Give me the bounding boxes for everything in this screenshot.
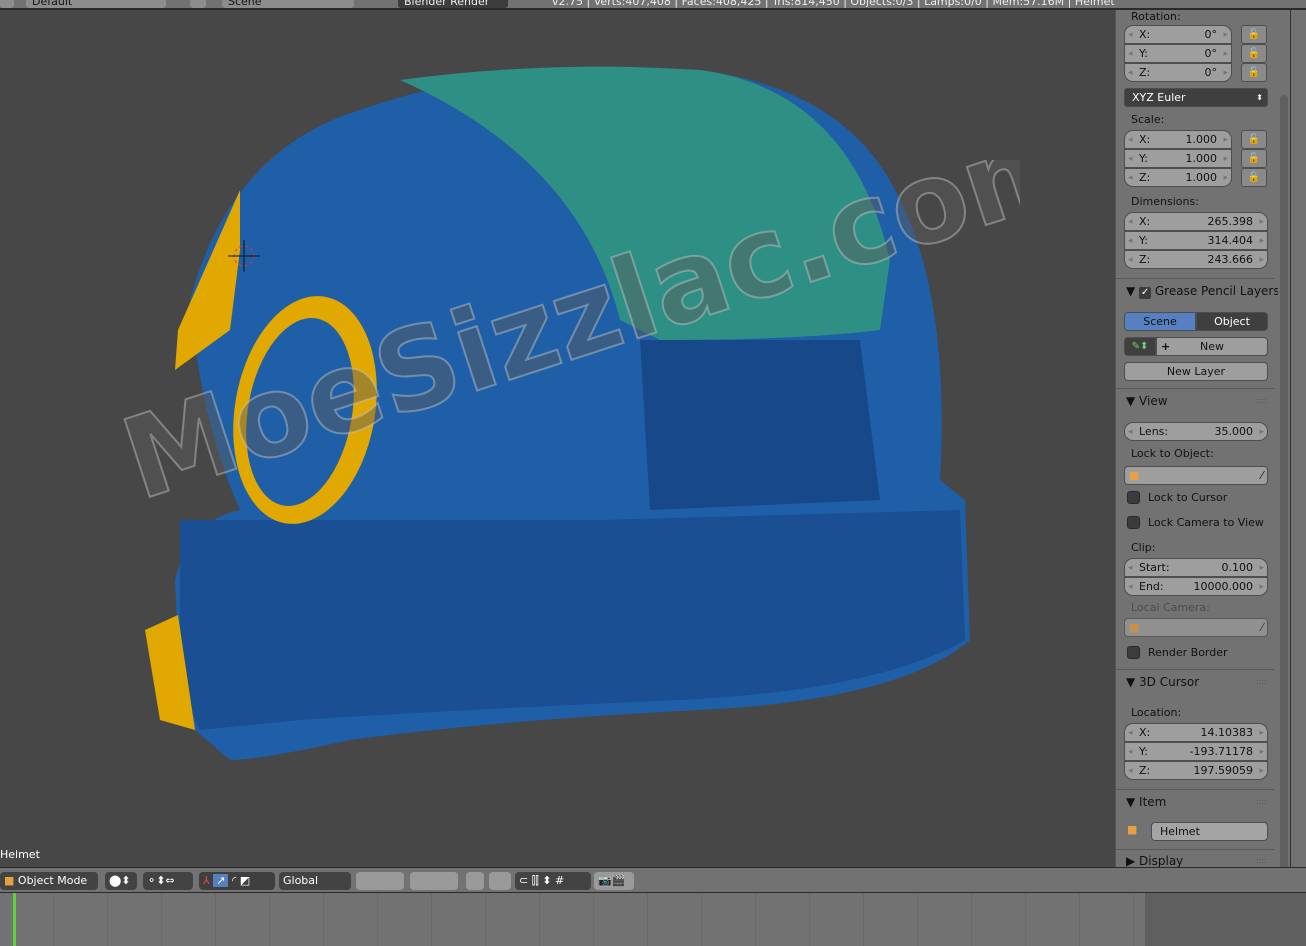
lock-icon[interactable]: 🔓 xyxy=(1241,168,1267,187)
properties-editor-edge xyxy=(1290,10,1306,867)
timeline-out-of-range xyxy=(1145,893,1306,946)
scene-stats: v2.75 | Verts:407,408 | Faces:408,425 | … xyxy=(552,0,1115,8)
scale-label: Scale: xyxy=(1131,113,1165,126)
grease-pencil-panel-header[interactable]: ▼ ✓ Grease Pencil Layers xyxy=(1126,284,1280,299)
rotation-y-field[interactable]: Y:0° xyxy=(1124,44,1232,63)
editor-type-button[interactable] xyxy=(0,0,14,8)
object-cube-icon: ■ xyxy=(1129,469,1140,482)
rotation-x-field[interactable]: X:0° xyxy=(1124,25,1232,44)
object-cube-icon: ■ xyxy=(1127,823,1138,836)
render-border-label: Render Border xyxy=(1148,646,1228,659)
render-buttons[interactable]: 📷🎬 xyxy=(594,872,634,890)
sidebar-scrollbar[interactable] xyxy=(1278,10,1290,875)
lens-field[interactable]: Lens:35.000 xyxy=(1124,422,1268,441)
3d-view-header: ■ Object Mode ⬤⬍ ⚬⬍⇔ ⅄ ↗ ◜ ◩ Global ⊂ ⫿⫿… xyxy=(0,867,1306,893)
render-border-checkbox[interactable] xyxy=(1127,646,1140,659)
eyedropper-icon: ⁄ xyxy=(1261,621,1263,634)
cursor-x-field[interactable]: X:14.10383 xyxy=(1124,723,1268,742)
proportional-edit-icon[interactable] xyxy=(489,872,511,890)
lock-camera-label: Lock Camera to View xyxy=(1148,516,1264,529)
watermark-logo: MoeSizzlac.com xyxy=(120,160,1020,527)
render-engine-selector[interactable]: Blender Render xyxy=(398,0,508,8)
tab-object[interactable]: Object xyxy=(1196,312,1268,331)
item-name-field[interactable]: Helmet xyxy=(1151,822,1268,841)
lock-to-cursor-checkbox[interactable] xyxy=(1127,491,1140,504)
object-name-label: Helmet xyxy=(0,848,40,861)
3d-viewport[interactable]: MoeSizzlac.com Helmet xyxy=(0,10,1115,867)
lock-icon[interactable]: 🔓 xyxy=(1241,44,1267,63)
manipulator-buttons[interactable]: ⅄ ↗ ◜ ◩ xyxy=(199,872,275,890)
pivot-point-selector[interactable]: ⚬⬍⇔ xyxy=(143,872,193,890)
display-panel-header[interactable]: ▶ Display:::: xyxy=(1126,854,1267,867)
viewport-shading-selector[interactable]: ⬤⬍ xyxy=(105,872,137,890)
lock-icon[interactable]: 🔓 xyxy=(1241,149,1267,168)
pencil-icon[interactable]: ✎⬍ xyxy=(1124,337,1156,356)
lock-camera-checkbox[interactable] xyxy=(1127,516,1140,529)
svg-text:MoeSizzlac.com: MoeSizzlac.com xyxy=(120,160,1020,526)
clip-label: Clip: xyxy=(1131,541,1156,554)
clip-start-field[interactable]: Start:0.100 xyxy=(1124,558,1268,577)
dimension-z-field[interactable]: Z:243.666 xyxy=(1124,250,1268,269)
eyedropper-icon: ⁄ xyxy=(1261,469,1263,482)
location-label: Location: xyxy=(1131,706,1182,719)
layout-selector[interactable]: Default xyxy=(26,0,166,8)
scene-selector[interactable]: Scene xyxy=(222,0,354,8)
object-cube-icon: ■ xyxy=(4,874,15,887)
rotate-icon: ◜ xyxy=(231,874,237,887)
layers-grid-2[interactable] xyxy=(410,872,458,890)
scale-icon: ◩ xyxy=(239,874,251,887)
properties-sidebar: Rotation: X:0° Y:0° Z:0° 🔓 🔓 🔓 XYZ Euler… xyxy=(1115,10,1281,867)
lock-to-cursor-label: Lock to Cursor xyxy=(1148,491,1228,504)
scale-y-field[interactable]: Y:1.000 xyxy=(1124,149,1232,168)
cursor-y-field[interactable]: Y:-193.71178 xyxy=(1124,742,1268,761)
timeline[interactable] xyxy=(0,893,1306,946)
lock-icon[interactable]: 🔓 xyxy=(1241,63,1267,82)
local-camera-field: ■ ⁄ xyxy=(1124,618,1268,637)
cursor-z-field[interactable]: Z:197.59059 xyxy=(1124,761,1268,780)
current-frame-marker[interactable] xyxy=(13,893,16,946)
object-cube-icon: ■ xyxy=(1129,621,1140,634)
scene-icon xyxy=(190,0,206,8)
rotation-label: Rotation: xyxy=(1131,10,1181,23)
info-header: Default Scene Blender Render v2.75 | Ver… xyxy=(0,0,1306,10)
dimension-x-field[interactable]: X:265.398 xyxy=(1124,212,1268,231)
3d-cursor-panel-header[interactable]: ▼ 3D Cursor:::: xyxy=(1126,675,1267,689)
item-panel-header[interactable]: ▼ Item:::: xyxy=(1126,795,1267,809)
layer-lock-icon[interactable] xyxy=(466,872,484,890)
lock-icon[interactable]: 🔓 xyxy=(1241,130,1267,149)
mode-selector[interactable]: ■ Object Mode xyxy=(0,872,98,890)
translate-icon: ↗ xyxy=(213,874,229,887)
local-camera-label: Local Camera: xyxy=(1131,601,1210,614)
dimension-y-field[interactable]: Y:314.404 xyxy=(1124,231,1268,250)
tab-scene[interactable]: Scene xyxy=(1124,312,1196,331)
layers-grid-1[interactable] xyxy=(356,872,404,890)
new-layer-button[interactable]: New Layer xyxy=(1124,362,1268,381)
rotation-z-field[interactable]: Z:0° xyxy=(1124,63,1232,82)
lock-to-object-label: Lock to Object: xyxy=(1131,447,1214,460)
dimensions-label: Dimensions: xyxy=(1131,195,1199,208)
plus-icon: + xyxy=(1161,340,1171,353)
scale-x-field[interactable]: X:1.000 xyxy=(1124,130,1232,149)
clip-end-field[interactable]: End:10000.000 xyxy=(1124,577,1268,596)
transform-orientation-selector[interactable]: Global xyxy=(279,872,351,890)
rotation-mode-select[interactable]: XYZ Euler ⬍ xyxy=(1124,88,1268,107)
new-button[interactable]: + New xyxy=(1156,337,1268,356)
view-panel-header[interactable]: ▼ View:::: xyxy=(1126,394,1267,408)
scale-z-field[interactable]: Z:1.000 xyxy=(1124,168,1232,187)
checkbox-checked-icon: ✓ xyxy=(1139,287,1152,299)
manipulator-axis-icon: ⅄ xyxy=(203,874,210,887)
lock-icon[interactable]: 🔓 xyxy=(1241,25,1267,44)
snap-buttons[interactable]: ⊂ ⫿⫿ ⬍ # xyxy=(515,872,591,890)
lock-object-field[interactable]: ■ ⁄ xyxy=(1124,466,1268,485)
